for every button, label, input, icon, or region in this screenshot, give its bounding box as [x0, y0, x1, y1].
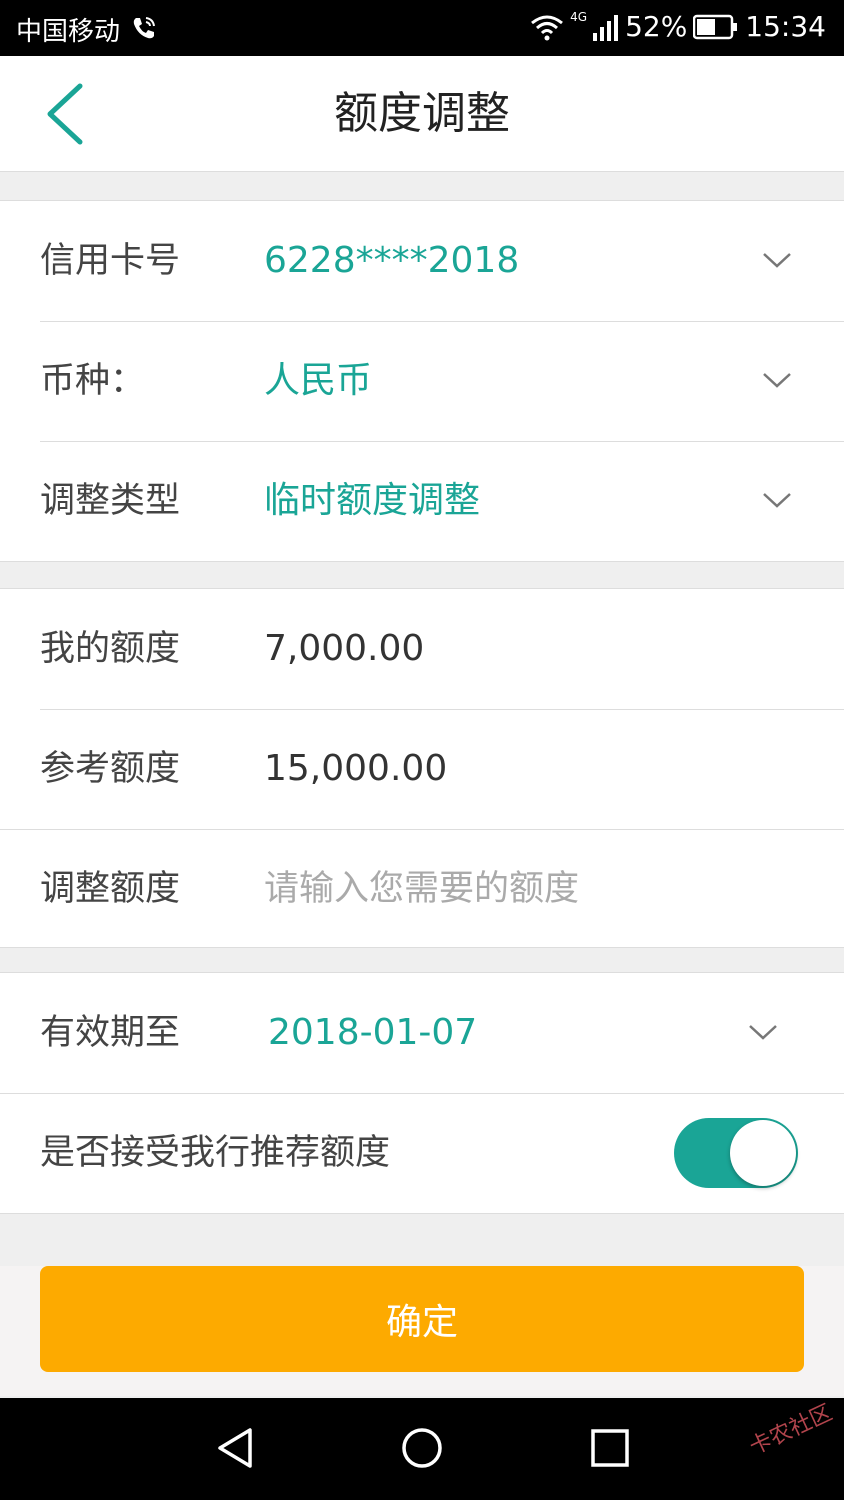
adjust-type-row[interactable]: 调整类型 临时额度调整 [0, 441, 844, 561]
nav-back-icon[interactable] [212, 1424, 260, 1472]
chevron-down-icon[interactable] [762, 369, 792, 391]
adjust-limit-label: 调整额度 [40, 869, 181, 909]
valid-until-row[interactable]: 有效期至 2018-01-07 [0, 973, 844, 1093]
my-limit-label: 我的额度 [40, 629, 181, 669]
phone-call-icon [133, 17, 155, 39]
currency-value: 人民币 [264, 360, 373, 401]
currency-label: 币种： [40, 361, 146, 401]
battery-icon [693, 14, 738, 39]
valid-until-value: 2018-01-07 [268, 1012, 478, 1053]
nav-home-icon[interactable] [398, 1424, 446, 1472]
battery-percent: 52% [625, 10, 688, 43]
option-section: 有效期至 2018-01-07 是否接受我行推荐额度 [0, 972, 844, 1214]
status-bar: 中国移动 4G 52% 15:34 [0, 0, 844, 56]
card-number-row[interactable]: 信用卡号 6228****2018 [0, 201, 844, 321]
adjust-type-value: 临时额度调整 [264, 480, 481, 521]
card-number-value: 6228****2018 [264, 240, 520, 281]
reference-limit-row: 参考额度 15,000.00 [0, 709, 844, 829]
card-info-section: 信用卡号 6228****2018 币种： 人民币 调整类型 临时额度调整 [0, 200, 844, 562]
network-type: 4G [570, 10, 588, 24]
confirm-button[interactable]: 确定 [40, 1266, 804, 1372]
accept-recommend-toggle[interactable] [674, 1118, 798, 1188]
accept-recommend-row: 是否接受我行推荐额度 [0, 1093, 844, 1213]
wifi-icon [531, 15, 564, 40]
my-limit-row: 我的额度 7,000.00 [0, 589, 844, 709]
page-title: 额度调整 [334, 88, 510, 139]
reference-limit-value: 15,000.00 [264, 748, 448, 789]
adjust-limit-input[interactable] [264, 859, 784, 919]
carrier-name: 中国移动 [16, 17, 121, 47]
watermark-logo: 卡农社区 [745, 1400, 837, 1461]
chevron-down-icon[interactable] [748, 1021, 778, 1043]
title-bar: 额度调整 [0, 56, 844, 172]
accept-recommend-label: 是否接受我行推荐额度 [40, 1133, 391, 1173]
nav-recents-icon[interactable] [586, 1424, 634, 1472]
status-icons: 4G 52% 15:34 [530, 10, 826, 43]
reference-limit-label: 参考额度 [40, 749, 181, 789]
card-number-label: 信用卡号 [40, 241, 181, 281]
valid-until-label: 有效期至 [40, 1013, 181, 1053]
confirm-area: 确定 [0, 1266, 844, 1396]
adjust-type-label: 调整类型 [40, 481, 181, 521]
my-limit-value: 7,000.00 [264, 628, 425, 669]
currency-row[interactable]: 币种： 人民币 [0, 321, 844, 441]
amount-section: 我的额度 7,000.00 参考额度 15,000.00 调整额度 [0, 588, 844, 948]
chevron-down-icon[interactable] [762, 489, 792, 511]
signal-icon [593, 14, 619, 41]
adjust-limit-row: 调整额度 [0, 829, 844, 949]
clock: 15:34 [745, 10, 826, 43]
system-nav-bar: 卡农社区 [0, 1398, 844, 1500]
chevron-down-icon[interactable] [762, 249, 792, 271]
toggle-knob [730, 1120, 796, 1186]
